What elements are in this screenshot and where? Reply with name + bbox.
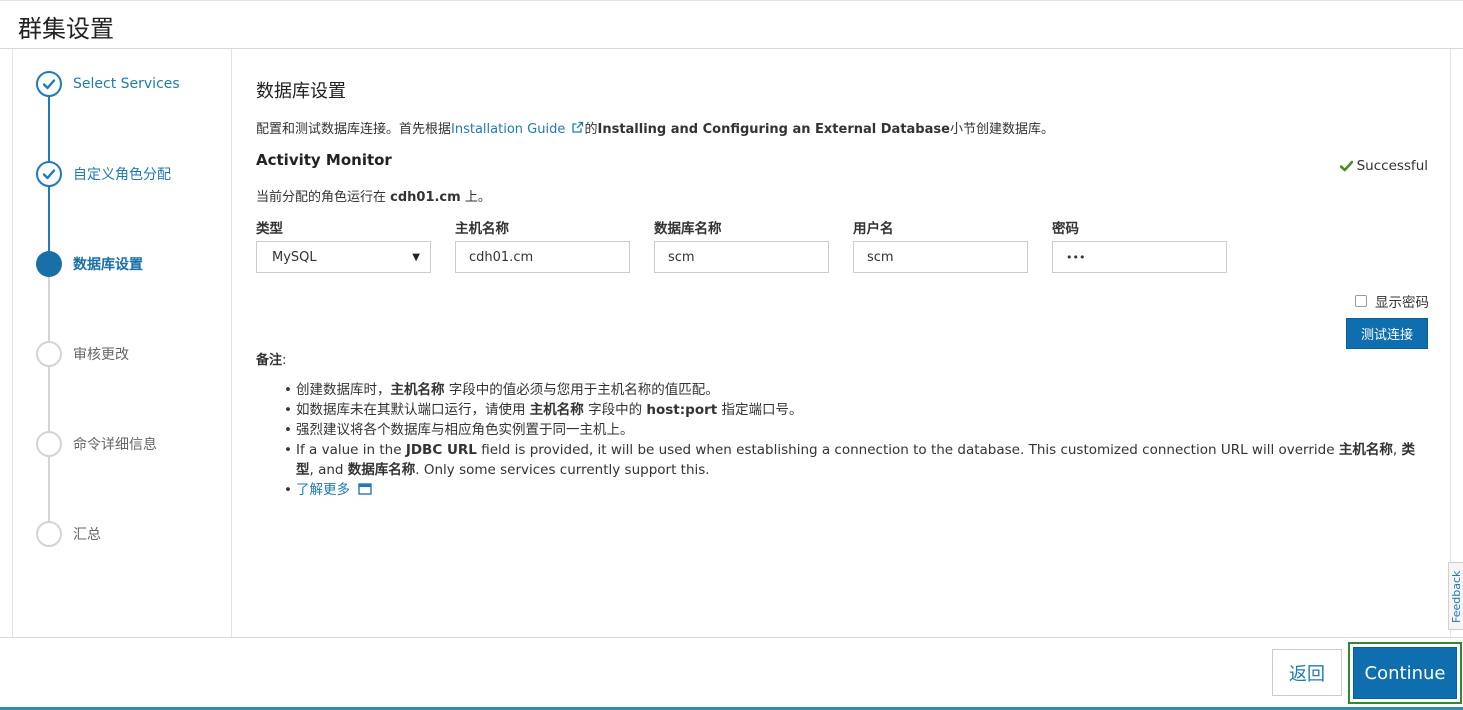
desc-text: 小节创建数据库。 bbox=[949, 122, 1054, 137]
hostname-input[interactable]: cdh01.cm bbox=[455, 241, 630, 273]
wizard-steps-sidebar: Select Services 自定义角色分配 数据库设置 审核更改 命令详细信… bbox=[13, 49, 232, 637]
wizard-frame: Select Services 自定义角色分配 数据库设置 审核更改 命令详细信… bbox=[12, 49, 1451, 637]
continue-button[interactable]: Continue bbox=[1353, 647, 1457, 699]
step-label: 审核更改 bbox=[73, 347, 129, 363]
test-connection-button[interactable]: 测试连接 bbox=[1346, 318, 1428, 349]
feedback-tab[interactable]: Feedback bbox=[1448, 562, 1463, 630]
database-name-input[interactable]: scm bbox=[654, 241, 829, 273]
step-review-changes: 审核更改 bbox=[36, 341, 129, 367]
type-label: 类型 bbox=[256, 221, 283, 237]
page-header: 群集设置 bbox=[0, 0, 1463, 49]
note-bold: 数据库名称 bbox=[347, 462, 416, 478]
step-connector bbox=[48, 277, 50, 547]
notes-title-text: 备注 bbox=[256, 353, 283, 368]
note-text: If a value in the bbox=[296, 442, 406, 458]
installation-guide-link[interactable]: Installation Guide bbox=[451, 121, 584, 137]
link-text: 了解更多 bbox=[296, 482, 350, 498]
password-label: 密码 bbox=[1052, 221, 1079, 237]
note-text: 字段中的 bbox=[583, 402, 647, 418]
back-button[interactable]: 返回 bbox=[1272, 649, 1342, 696]
list-item: 如数据库未在其默认端口运行，请使用 主机名称 字段中的 host:port 指定… bbox=[284, 400, 1426, 420]
success-check-icon bbox=[1339, 160, 1353, 172]
show-password-toggle[interactable]: 显示密码 bbox=[1355, 291, 1429, 311]
window-icon bbox=[358, 483, 372, 495]
section-title: 数据库设置 bbox=[256, 81, 346, 102]
step-pending-icon bbox=[36, 431, 62, 457]
note-text: 强烈建议将各个数据库与相应角色实例置于同一主机上。 bbox=[296, 422, 634, 438]
notes-list: 创建数据库时，主机名称 字段中的值必须与您用于主机名称的值匹配。 如数据库未在其… bbox=[284, 380, 1426, 500]
note-bold: 主机名称 bbox=[1338, 442, 1393, 458]
note-text: , and bbox=[309, 462, 348, 478]
notes-colon: : bbox=[282, 353, 287, 368]
desc-text: 的 bbox=[584, 122, 598, 137]
list-item: 了解更多 bbox=[284, 480, 1426, 500]
note-bold: host:port bbox=[646, 402, 718, 418]
status-text: Successful bbox=[1356, 158, 1428, 174]
step-label: 命令详细信息 bbox=[73, 437, 157, 453]
step-database-setup: 数据库设置 bbox=[36, 251, 143, 277]
host-note-text: 上。 bbox=[460, 190, 491, 205]
note-text: . Only some services currently support t… bbox=[415, 462, 710, 478]
note-bold: JDBC URL bbox=[405, 442, 477, 458]
dbname-label: 数据库名称 bbox=[654, 221, 722, 237]
feedback-label: Feedback bbox=[1450, 570, 1463, 623]
step-summary: 汇总 bbox=[36, 521, 101, 547]
desc-text: 配置和测试数据库连接。首先根据 bbox=[256, 122, 452, 137]
wizard-footer bbox=[0, 637, 1463, 710]
step-label: 汇总 bbox=[73, 527, 101, 543]
external-link-icon bbox=[572, 121, 584, 133]
step-select-services: Select Services bbox=[36, 71, 180, 97]
step-pending-icon bbox=[36, 341, 62, 367]
list-item: If a value in the JDBC URL field is prov… bbox=[284, 440, 1426, 480]
select-value: MySQL bbox=[272, 249, 317, 265]
step-label: Select Services bbox=[73, 76, 180, 92]
note-text: field is provided, it will be used when … bbox=[476, 442, 1339, 458]
continue-button-highlight: Continue bbox=[1348, 642, 1462, 704]
step-label: 自定义角色分配 bbox=[73, 167, 171, 183]
database-type-select[interactable]: MySQL ▼ bbox=[256, 241, 431, 273]
step-custom-role-assignment: 自定义角色分配 bbox=[36, 161, 171, 187]
host-name: cdh01.cm bbox=[390, 190, 461, 205]
connection-status: Successful bbox=[1339, 158, 1428, 174]
link-text: Installation Guide bbox=[451, 122, 566, 137]
note-bold: 主机名称 bbox=[529, 402, 584, 418]
show-password-checkbox[interactable] bbox=[1355, 295, 1367, 307]
step-command-details: 命令详细信息 bbox=[36, 431, 157, 457]
desc-bold-text: Installing and Configuring an External D… bbox=[597, 122, 950, 137]
show-password-label: 显示密码 bbox=[1375, 295, 1429, 311]
username-label: 用户名 bbox=[853, 221, 894, 237]
note-bold: 主机名称 bbox=[390, 382, 445, 398]
caret-down-icon: ▼ bbox=[412, 251, 420, 263]
section-description: 配置和测试数据库连接。首先根据Installation Guide 的Insta… bbox=[256, 118, 1054, 137]
note-text: 字段中的值必须与您用于主机名称的值匹配。 bbox=[444, 382, 719, 398]
list-item: 强烈建议将各个数据库与相应角色实例置于同一主机上。 bbox=[284, 420, 1426, 440]
list-item: 创建数据库时，主机名称 字段中的值必须与您用于主机名称的值匹配。 bbox=[284, 380, 1426, 400]
activity-monitor-title: Activity Monitor bbox=[256, 151, 392, 169]
assigned-host-note: 当前分配的角色运行在 cdh01.cm 上。 bbox=[256, 186, 491, 205]
username-input[interactable]: scm bbox=[853, 241, 1028, 273]
step-check-icon bbox=[36, 161, 62, 187]
step-check-icon bbox=[36, 71, 62, 97]
note-text: 如数据库未在其默认端口运行，请使用 bbox=[296, 402, 530, 418]
note-text: 指定端口号。 bbox=[717, 402, 803, 418]
step-pending-icon bbox=[36, 521, 62, 547]
host-note-text: 当前分配的角色运行在 bbox=[256, 190, 391, 205]
notes-title: 备注: bbox=[256, 349, 286, 368]
step-current-icon bbox=[36, 251, 62, 277]
database-setup-panel: 数据库设置 配置和测试数据库连接。首先根据Installation Guide … bbox=[256, 49, 1441, 637]
note-text: 创建数据库时， bbox=[296, 382, 391, 398]
password-input[interactable]: ••• bbox=[1052, 241, 1227, 273]
hostname-label: 主机名称 bbox=[455, 221, 509, 237]
page-title: 群集设置 bbox=[18, 15, 114, 43]
step-label: 数据库设置 bbox=[73, 257, 143, 273]
learn-more-link[interactable]: 了解更多 bbox=[296, 482, 372, 498]
